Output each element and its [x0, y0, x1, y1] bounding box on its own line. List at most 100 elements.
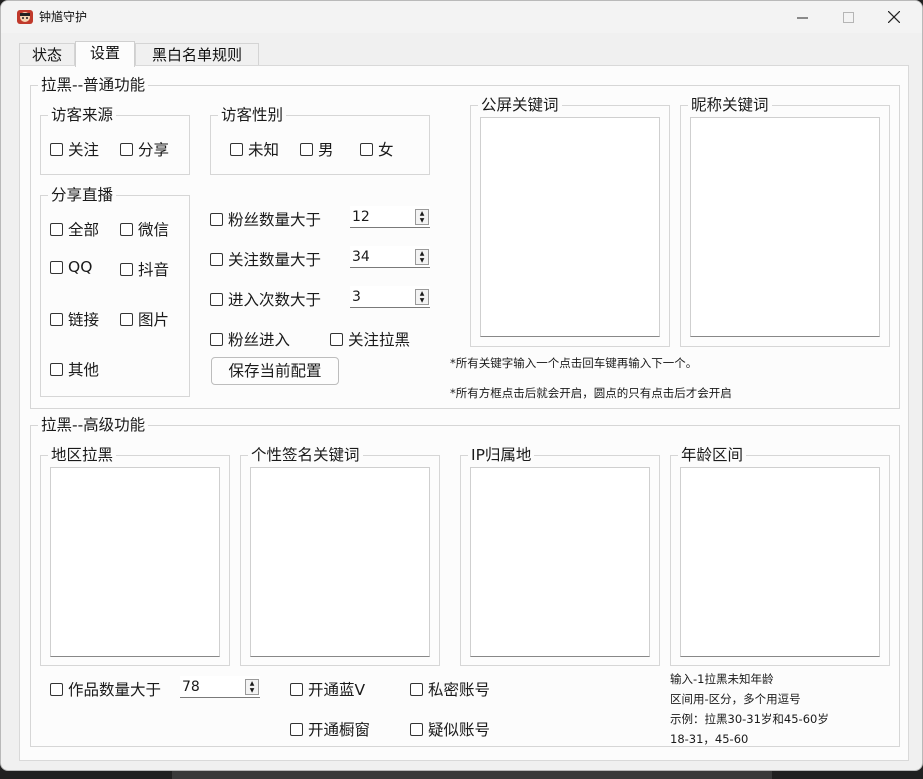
showcase-label: 开通橱窗	[308, 721, 371, 739]
private-account-label: 私密账号	[428, 681, 491, 699]
minimize-icon	[796, 17, 808, 18]
enter-gt-label: 进入次数大于	[228, 291, 322, 309]
works-gt-checkbox[interactable]: 作品数量大于	[50, 678, 161, 700]
fans-gt-checkbox[interactable]: 粉丝数量大于	[210, 208, 321, 230]
public-keywords-label: 公屏关键词	[478, 96, 562, 114]
checkbox-box	[360, 142, 373, 156]
share-link-label: 链接	[68, 311, 100, 329]
source-follow-checkbox[interactable]: 关注	[50, 138, 99, 160]
ip-location-label: IP归属地	[468, 446, 535, 464]
checkbox-box	[120, 262, 133, 276]
checkbox-box	[410, 722, 423, 736]
share-douyin-checkbox[interactable]: 抖音	[120, 258, 169, 280]
age-note-3: 示例：拉黑30-31岁和45-60岁	[670, 712, 829, 726]
blue-v-checkbox[interactable]: 开通蓝V	[290, 678, 365, 700]
maximize-button[interactable]	[825, 1, 871, 33]
share-link-checkbox[interactable]: 链接	[50, 308, 99, 330]
works-gt-spinbox[interactable]: 78 ▲ ▼	[180, 676, 260, 698]
advanced-section-title: 拉黑--高级功能	[38, 416, 149, 434]
gender-male-checkbox[interactable]: 男	[300, 138, 334, 160]
signature-keywords-label: 个性签名关键词	[248, 446, 363, 464]
share-all-label: 全部	[68, 221, 100, 239]
checkbox-box	[50, 362, 63, 376]
close-button[interactable]	[871, 1, 917, 33]
nickname-keywords-textarea[interactable]	[690, 117, 880, 337]
public-keywords-textarea[interactable]	[480, 117, 660, 337]
checkbox-box	[210, 332, 223, 346]
gender-female-label: 女	[378, 141, 394, 159]
nickname-keywords-label: 昵称关键词	[688, 96, 772, 114]
age-note-4: 18-31，45-60	[670, 732, 749, 746]
enter-gt-spinbox[interactable]: 3 ▲ ▼	[350, 286, 430, 308]
window-title: 钟馗守护	[39, 10, 88, 24]
spin-arrows-icon[interactable]: ▲ ▼	[415, 289, 429, 305]
gender-unknown-checkbox[interactable]: 未知	[230, 138, 279, 160]
app-window: 钟馗守护 状态 设置 黑白名单规则 拉黑--普通功能 访客来源 关注 分享 访客…	[0, 0, 923, 771]
region-block-label: 地区拉黑	[48, 446, 117, 464]
share-wechat-label: 微信	[138, 221, 170, 239]
enter-gt-checkbox[interactable]: 进入次数大于	[210, 288, 321, 310]
age-range-textarea[interactable]	[680, 467, 880, 657]
share-qq-checkbox[interactable]: QQ	[50, 258, 92, 276]
checkbox-note: *所有方框点击后就会开启，圆点的只有点击后才会开启	[450, 386, 732, 400]
gender-unknown-label: 未知	[248, 141, 280, 159]
checkbox-box	[50, 142, 63, 156]
tab-settings[interactable]: 设置	[75, 41, 135, 67]
age-note-2: 区间用-区分，多个用逗号	[670, 692, 801, 706]
save-config-button[interactable]: 保存当前配置	[211, 357, 339, 385]
region-block-textarea[interactable]	[50, 467, 220, 657]
gender-female-checkbox[interactable]: 女	[360, 138, 394, 160]
share-qq-label: QQ	[68, 258, 93, 276]
share-live-label: 分享直播	[48, 186, 117, 204]
signature-keywords-textarea[interactable]	[250, 467, 430, 657]
ip-location-textarea[interactable]	[470, 467, 650, 657]
tab-blackwhite-rules[interactable]: 黑白名单规则	[135, 43, 259, 67]
checkbox-box	[120, 142, 133, 156]
checkbox-box	[300, 142, 313, 156]
follow-gt-spinbox[interactable]: 34 ▲ ▼	[350, 246, 430, 268]
age-range-label: 年龄区间	[678, 446, 747, 464]
spin-arrows-icon[interactable]: ▲ ▼	[415, 249, 429, 265]
title-bar: 钟馗守护	[1, 1, 922, 33]
suspect-account-checkbox[interactable]: 疑似账号	[410, 718, 490, 740]
share-douyin-label: 抖音	[138, 261, 170, 279]
enter-gt-value: 3	[352, 289, 361, 305]
checkbox-box	[330, 332, 343, 346]
spin-arrows-icon[interactable]: ▲ ▼	[415, 209, 429, 225]
normal-section-title: 拉黑--普通功能	[38, 76, 149, 94]
source-share-label: 分享	[138, 141, 170, 159]
checkbox-box	[210, 292, 223, 306]
suspect-account-label: 疑似账号	[428, 721, 491, 739]
works-gt-label: 作品数量大于	[68, 681, 162, 699]
fans-enter-checkbox[interactable]: 粉丝进入	[210, 328, 290, 350]
checkbox-box	[50, 222, 63, 236]
share-all-checkbox[interactable]: 全部	[50, 218, 99, 240]
showcase-checkbox[interactable]: 开通橱窗	[290, 718, 370, 740]
follow-gt-checkbox[interactable]: 关注数量大于	[210, 248, 321, 270]
checkbox-box	[120, 312, 133, 326]
age-note-1: 输入-1拉黑未知年龄	[670, 672, 774, 686]
fans-gt-spinbox[interactable]: 12 ▲ ▼	[350, 206, 430, 228]
follow-block-label: 关注拉黑	[348, 331, 411, 349]
checkbox-box	[210, 212, 223, 226]
checkbox-box	[290, 722, 303, 736]
follow-gt-label: 关注数量大于	[228, 251, 322, 269]
share-wechat-checkbox[interactable]: 微信	[120, 218, 169, 240]
settings-panel: 拉黑--普通功能 访客来源 关注 分享 访客性别 未知 男 女 分享直播 全部 …	[19, 65, 909, 761]
source-follow-label: 关注	[68, 141, 100, 159]
minimize-button[interactable]	[779, 1, 825, 33]
visitor-source-label: 访客来源	[48, 106, 117, 124]
tab-status[interactable]: 状态	[19, 43, 75, 67]
fans-gt-value: 12	[352, 209, 370, 225]
spin-arrows-icon[interactable]: ▲ ▼	[245, 679, 259, 695]
visitor-gender-label: 访客性别	[218, 106, 287, 124]
share-other-checkbox[interactable]: 其他	[50, 358, 99, 380]
follow-block-checkbox[interactable]: 关注拉黑	[330, 328, 410, 350]
checkbox-box	[50, 312, 63, 326]
share-image-checkbox[interactable]: 图片	[120, 308, 169, 330]
maximize-icon	[842, 11, 854, 23]
source-share-checkbox[interactable]: 分享	[120, 138, 169, 160]
background-window-strip	[172, 771, 772, 779]
share-image-label: 图片	[138, 311, 170, 329]
private-account-checkbox[interactable]: 私密账号	[410, 678, 490, 700]
